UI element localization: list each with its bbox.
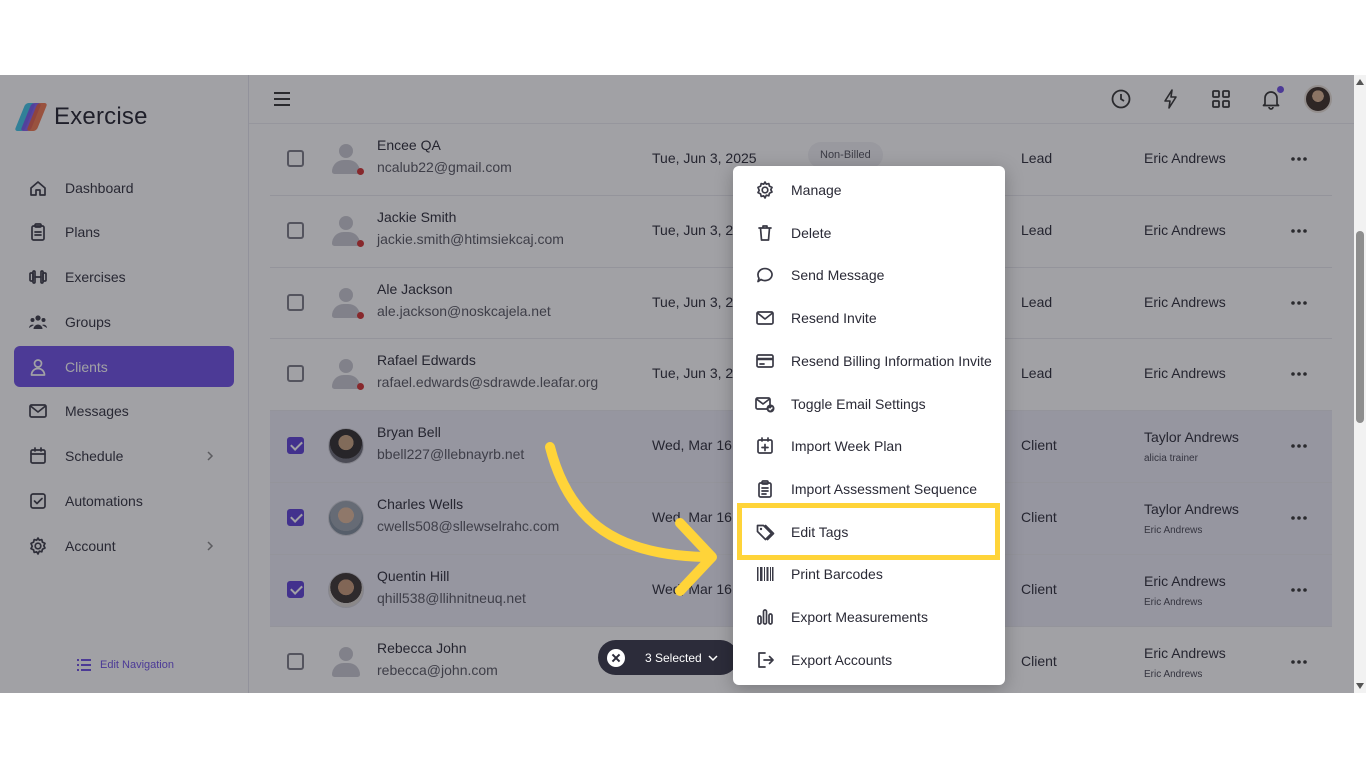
menu-item-label: Import Assessment Sequence [791, 480, 977, 497]
menu-item-export-measurements[interactable]: Export Measurements [733, 597, 1005, 637]
chat-bubble-icon [757, 268, 773, 283]
menu-item-label: Send Message [791, 267, 885, 284]
scroll-up-arrow-icon[interactable] [1356, 79, 1364, 85]
menu-item-delete[interactable]: Delete [733, 213, 1005, 253]
menu-item-print-barcodes[interactable]: Print Barcodes [733, 554, 1005, 594]
menu-item-label: Resend Billing Information Invite [791, 352, 992, 369]
menu-item-toggle-email-settings[interactable]: Toggle Email Settings [733, 384, 1005, 424]
export-icon [758, 651, 774, 668]
menu-item-label: Manage [791, 182, 842, 198]
menu-item-import-week-plan[interactable]: Import Week Plan [733, 426, 1005, 466]
clipboard-list-icon [758, 480, 772, 498]
menu-item-label: Import Week Plan [791, 438, 903, 455]
menu-item-resend-invite[interactable]: Resend Invite [733, 298, 1005, 338]
menu-item-label: Export Accounts [791, 651, 893, 668]
menu-item-send-message[interactable]: Send Message [733, 255, 1005, 295]
barcode-icon [757, 567, 774, 582]
menu-item-label: Print Barcodes [791, 566, 883, 583]
menu-item-resend-billing-information-invite[interactable]: Resend Billing Information Invite [733, 341, 1005, 381]
scroll-down-arrow-icon[interactable] [1356, 683, 1364, 689]
gear-icon [757, 181, 773, 199]
modal-backdrop[interactable] [0, 75, 1366, 693]
email-check-icon [755, 396, 775, 412]
calendar-plus-icon [757, 437, 773, 455]
clear-selection-icon[interactable] [607, 648, 625, 667]
credit-card-icon [756, 353, 774, 368]
bulk-actions-menu: Manage Delete Send Message Resend Invite Res… [733, 166, 1005, 685]
menu-item-manage[interactable]: Manage [733, 170, 1005, 210]
trash-icon [758, 224, 772, 241]
selection-pill[interactable]: 3 Selected [598, 640, 738, 675]
highlight-box [737, 503, 1000, 560]
menu-item-label: Delete [791, 224, 832, 241]
scrollbar-thumb[interactable] [1356, 231, 1364, 423]
chevron-down-icon [708, 654, 718, 661]
menu-item-label: Resend Invite [791, 310, 877, 327]
app-frame: Exercise Dashboard Plans Exercises Groups Cl… [0, 75, 1366, 693]
menu-item-label: Export Measurements [791, 609, 928, 625]
menu-item-export-accounts[interactable]: Export Accounts [733, 640, 1005, 680]
selection-count: 3 Selected [645, 650, 702, 665]
bar-chart-icon [757, 609, 773, 625]
page-scrollbar[interactable] [1354, 75, 1366, 693]
envelope-icon [756, 311, 774, 325]
menu-item-label: Toggle Email Settings [791, 395, 926, 412]
pointer-arrow-icon [545, 442, 717, 596]
